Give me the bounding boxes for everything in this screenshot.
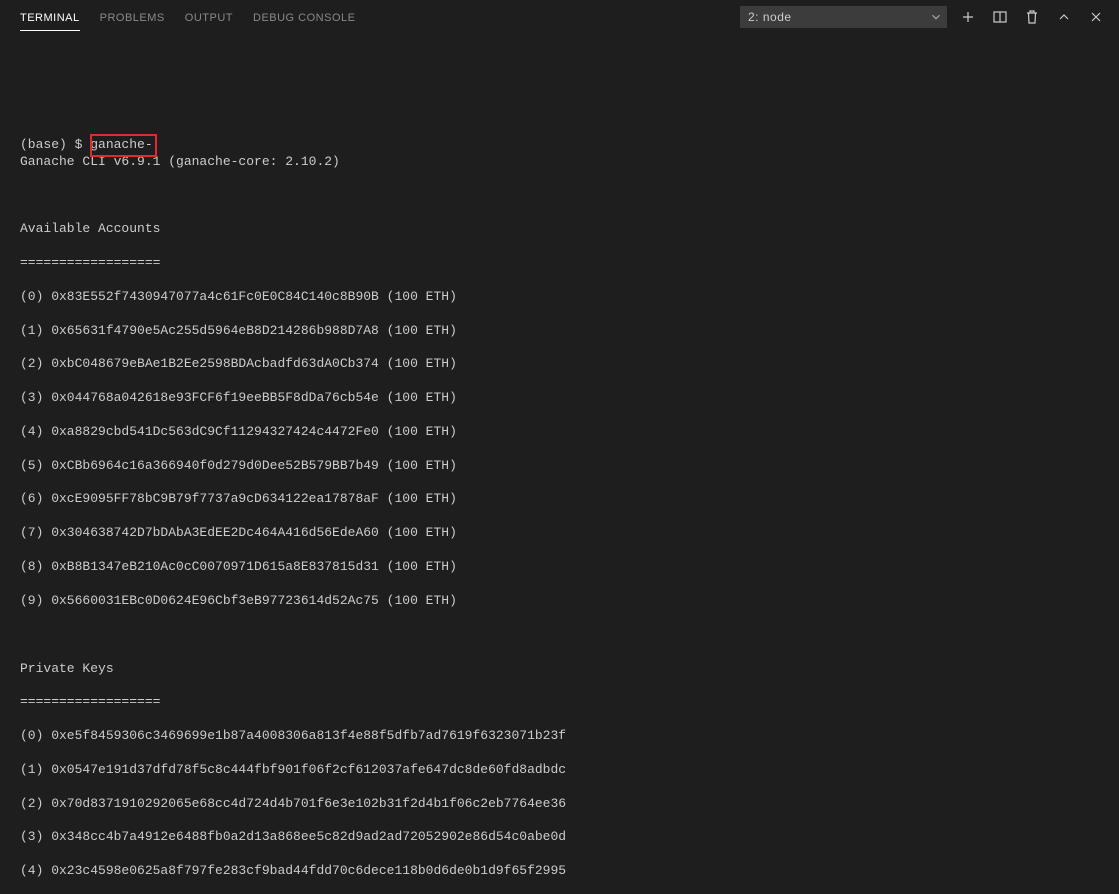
account-line: (3) 0x044768a042618e93FCF6f19eeBB5F8dDa7… — [20, 390, 1099, 407]
panel-header: TERMINAL PROBLEMS OUTPUT DEBUG CONSOLE 2… — [0, 0, 1119, 34]
chevron-up-icon — [1056, 9, 1072, 25]
maximize-panel-button[interactable] — [1053, 6, 1075, 28]
terminal-output[interactable]: (base) $ ganache- Ganache CLI v6.9.1 (ga… — [0, 34, 1119, 894]
accounts-rule: ================== — [20, 255, 1099, 272]
terminal-selector-dropdown[interactable]: 2: node — [740, 6, 947, 28]
tab-problems[interactable]: PROBLEMS — [100, 4, 165, 31]
tab-output[interactable]: OUTPUT — [185, 4, 233, 31]
accounts-header: Available Accounts — [20, 221, 1099, 238]
panel-actions: 2: node — [740, 6, 1107, 28]
close-icon — [1088, 9, 1104, 25]
version-line: Ganache CLI v6.9.1 (ganache-core: 2.10.2… — [20, 154, 1099, 171]
account-line: (1) 0x65631f4790e5Ac255d5964eB8D214286b9… — [20, 323, 1099, 340]
kill-terminal-button[interactable] — [1021, 6, 1043, 28]
account-line: (6) 0xcE9095FF78bC9B79f7737a9cD634122ea1… — [20, 491, 1099, 508]
privkeys-header: Private Keys — [20, 661, 1099, 678]
terminal-selector-label: 2: node — [748, 10, 792, 24]
account-line: (5) 0xCBb6964c16a366940f0d279d0Dee52B579… — [20, 458, 1099, 475]
account-line: (8) 0xB8B1347eB210Ac0cC0070971D615a8E837… — [20, 559, 1099, 576]
close-panel-button[interactable] — [1085, 6, 1107, 28]
account-line: (2) 0xbC048679eBAe1B2Ee2598BDAcbadfd63dA… — [20, 356, 1099, 373]
panel-tabs: TERMINAL PROBLEMS OUTPUT DEBUG CONSOLE — [20, 4, 355, 31]
account-line: (0) 0x83E552f7430947077a4c61Fc0E0C84C140… — [20, 289, 1099, 306]
privkey-line: (1) 0x0547e191d37dfd78f5c8c444fbf901f06f… — [20, 762, 1099, 779]
tab-terminal[interactable]: TERMINAL — [20, 4, 80, 31]
new-terminal-button[interactable] — [957, 6, 979, 28]
prompt-prefix: (base) $ — [20, 137, 90, 152]
account-line: (4) 0xa8829cbd541Dc563dC9Cf11294327424c4… — [20, 424, 1099, 441]
plus-icon — [960, 9, 976, 25]
privkey-line: (2) 0x70d8371910292065e68cc4d724d4b701f6… — [20, 796, 1099, 813]
tab-debug-console[interactable]: DEBUG CONSOLE — [253, 4, 355, 31]
split-terminal-button[interactable] — [989, 6, 1011, 28]
privkeys-rule: ================== — [20, 694, 1099, 711]
command-text: ganache- — [90, 137, 152, 152]
privkey-line: (4) 0x23c4598e0625a8f797fe283cf9bad44fdd… — [20, 863, 1099, 880]
chevron-down-icon — [929, 10, 943, 24]
split-horizontal-icon — [992, 9, 1008, 25]
privkey-line: (0) 0xe5f8459306c3469699e1b87a4008306a81… — [20, 728, 1099, 745]
trash-icon — [1024, 9, 1040, 25]
account-line: (7) 0x304638742D7bDAbA3EdEE2Dc464A416d56… — [20, 525, 1099, 542]
prompt-line: (base) $ ganache- — [20, 137, 153, 154]
privkey-line: (3) 0x348cc4b7a4912e6488fb0a2d13a868ee5c… — [20, 829, 1099, 846]
account-line: (9) 0x5660031EBc0D0624E96Cbf3eB97723614d… — [20, 593, 1099, 610]
